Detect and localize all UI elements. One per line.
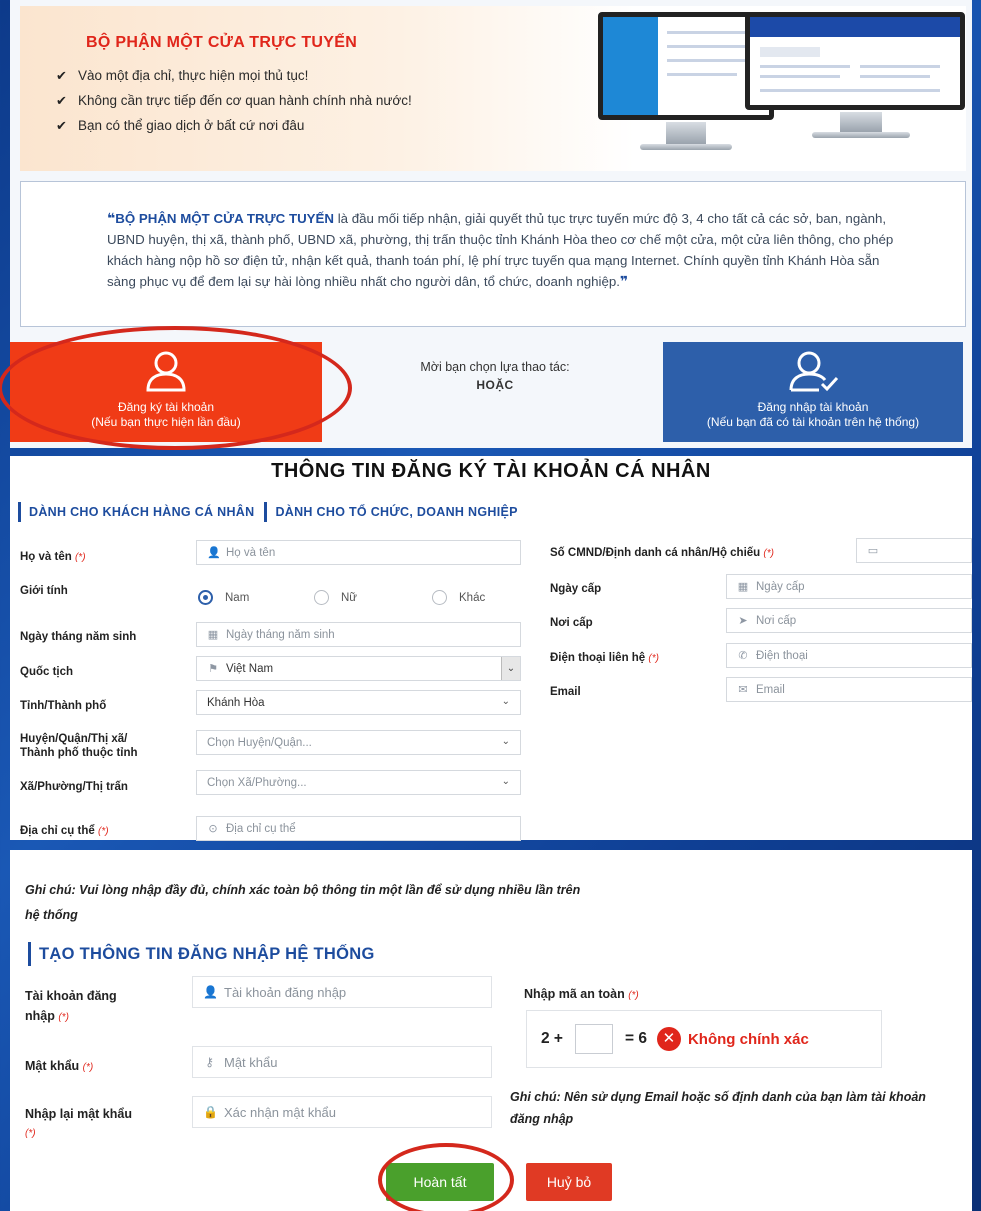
intro-highlight: BỘ PHẬN MỘT CỬA TRỰC TUYẾN — [115, 211, 335, 226]
quote-open-icon: ❝ — [107, 210, 116, 226]
gender-male-radio[interactable]: Nam — [198, 590, 249, 605]
id-card-icon: ▭ — [867, 545, 879, 557]
password-input[interactable]: ⚷ Mật khẩu — [192, 1046, 492, 1078]
check-icon: ✔ — [56, 92, 67, 108]
province-select[interactable]: Khánh Hòa ⌄ — [196, 690, 521, 715]
account-note: Ghi chú: Nên sử dụng Email hoặc số định … — [510, 1090, 926, 1126]
confirm-password-input[interactable]: 🔒 Xác nhận mật khẩu — [192, 1096, 492, 1128]
tab-organization[interactable]: DÀNH CHO TỔ CHỨC, DOANH NGHIỆP — [275, 505, 517, 519]
list-item: ✔ Vào một địa chỉ, thực hiện mọi thủ tục! — [56, 67, 309, 84]
register-account-button[interactable]: Đăng ký tài khoản (Nếu bạn thực hiện lần… — [10, 342, 322, 442]
captcha-input[interactable] — [574, 1024, 613, 1054]
map-pin-icon: ⊙ — [208, 823, 218, 835]
register-sublabel: (Nếu bạn thực hiện lần đầu) — [91, 415, 241, 429]
form-note: Ghi chú: Vui lòng nhập đầy đủ, chính xác… — [25, 883, 581, 922]
chevron-down-icon: ⌄ — [501, 776, 510, 787]
user-icon: 👤 — [207, 547, 221, 559]
email-label: Email — [550, 686, 581, 698]
check-icon: ✔ — [56, 67, 67, 83]
login-info-panel: Ghi chú: Vui lòng nhập đầy đủ, chính xác… — [10, 850, 972, 1211]
district-label: Huyện/Quận/Thị xã/Thành phố thuộc tỉnh — [20, 733, 138, 759]
confirm-password-label: Nhập lại mật khẩu (*) — [25, 1107, 132, 1139]
done-button[interactable]: Hoàn tất — [386, 1163, 494, 1201]
address-label: Địa chỉ cụ thể (*) — [20, 825, 109, 837]
nationality-label: Quốc tịch — [20, 666, 74, 678]
banner-title: BỘ PHẬN MỘT CỬA TRỰC TUYẾN — [86, 34, 358, 51]
issue-date-label: Ngày cấp — [550, 583, 602, 595]
issue-place-label: Nơi cấp — [550, 617, 593, 629]
monitor-illustration-icon — [745, 12, 965, 110]
user-check-icon — [789, 351, 839, 392]
envelope-icon: ✉ — [738, 684, 748, 696]
choose-prompt: Mời bạn chọn lựa thao tác: HOẶC — [340, 360, 650, 392]
login-label: Đăng nhập tài khoản — [757, 400, 869, 414]
phone-input[interactable]: ✆ Điện thoại — [726, 643, 972, 668]
captcha-label: Nhập mã an toàn (*) — [524, 987, 639, 1001]
nationality-select[interactable]: ⚑ Việt Nam ⌄ — [196, 656, 521, 681]
section-heading: TẠO THÔNG TIN ĐĂNG NHẬP HỆ THỐNG — [28, 942, 375, 966]
gender-other-radio[interactable]: Khác — [432, 590, 485, 605]
cancel-button[interactable]: Huỷ bỏ — [526, 1163, 612, 1201]
tab-individual[interactable]: DÀNH CHO KHÁCH HÀNG CÁ NHÂN — [29, 505, 254, 519]
form-tabs: DÀNH CHO KHÁCH HÀNG CÁ NHÂN DÀNH CHO TỔ … — [18, 500, 528, 524]
email-input[interactable]: ✉ Email — [726, 677, 972, 702]
chevron-down-icon: ⌄ — [501, 736, 510, 747]
id-label: Số CMND/Định danh cá nhân/Hộ chiếu (*) — [550, 547, 774, 559]
captcha-box: 2 + = 6 ✕ Không chính xác — [526, 1010, 882, 1068]
login-account-button[interactable]: Đăng nhập tài khoản (Nếu bạn đã có tài k… — [663, 342, 963, 442]
list-item: ✔ Không cần trực tiếp đến cơ quan hành ch… — [56, 92, 412, 109]
register-label: Đăng ký tài khoản — [117, 400, 215, 414]
dob-input[interactable]: ▦ Ngày tháng năm sinh — [196, 622, 521, 647]
lock-icon: 🔒 — [203, 1105, 218, 1119]
registration-form: THÔNG TIN ĐĂNG KÝ TÀI KHOẢN CÁ NHÂN DÀNH… — [10, 456, 972, 841]
login-sublabel: (Nếu bạn đã có tài khoản trên hệ thống) — [706, 415, 920, 429]
flag-icon: ⚑ — [208, 663, 218, 675]
password-label: Mật khẩu (*) — [25, 1059, 94, 1073]
address-input[interactable]: ⊙ Địa chỉ cụ thể — [196, 816, 521, 841]
province-label: Tỉnh/Thành phố — [20, 700, 107, 712]
account-input[interactable]: 👤 Tài khoản đăng nhập — [192, 976, 492, 1008]
quote-close-icon: ❞ — [619, 273, 629, 289]
banner-bullets: ✔ Vào một địa chỉ, thực hiện mọi thủ tục!… — [56, 63, 412, 138]
captcha-error: ✕ Không chính xác — [656, 1027, 809, 1051]
district-select[interactable]: Chọn Huyện/Quận... ⌄ — [196, 730, 521, 755]
check-icon: ✔ — [56, 117, 67, 133]
phone-icon: ✆ — [738, 650, 748, 662]
ward-label: Xã/Phường/Thị trấn — [20, 781, 128, 793]
calendar-icon: ▦ — [207, 629, 219, 641]
phone-label: Điện thoại liên hệ (*) — [550, 652, 659, 664]
dob-label: Ngày tháng năm sinh — [20, 631, 137, 643]
issue-date-input[interactable]: ▦ Ngày cấp — [726, 574, 972, 599]
fullname-input[interactable]: 👤 Họ và tên — [196, 540, 521, 565]
hero-banner: BỘ PHẬN MỘT CỬA TRỰC TUYẾN ✔ Vào một địa … — [20, 6, 966, 171]
user-icon — [146, 351, 186, 392]
chevron-down-icon: ⌄ — [501, 696, 510, 707]
or-label: HOẶC — [476, 378, 514, 392]
form-title: THÔNG TIN ĐĂNG KÝ TÀI KHOẢN CÁ NHÂN — [271, 460, 711, 482]
gender-label: Giới tính — [20, 585, 68, 597]
location-arrow-icon: ➤ — [738, 615, 748, 627]
intro-quote: ❝BỘ PHẬN MỘT CỬA TRỰC TUYẾN là đầu mối t… — [20, 181, 966, 327]
gender-female-radio[interactable]: Nữ — [314, 590, 357, 605]
ward-select[interactable]: Chọn Xã/Phường... ⌄ — [196, 770, 521, 795]
id-input[interactable]: ▭ — [856, 538, 972, 563]
calendar-icon: ▦ — [737, 581, 749, 593]
issue-place-input[interactable]: ➤ Nơi cấp — [726, 608, 972, 633]
user-icon: 👤 — [203, 985, 218, 999]
key-icon: ⚷ — [205, 1055, 214, 1069]
fullname-label: Họ và tên (*) — [20, 551, 86, 563]
chevron-down-icon[interactable]: ⌄ — [501, 657, 520, 680]
error-x-icon: ✕ — [656, 1027, 681, 1051]
list-item: ✔ Bạn có thể giao dịch ở bất cứ nơi đâu — [56, 117, 305, 134]
account-label: Tài khoản đăng nhập (*) — [25, 989, 117, 1023]
